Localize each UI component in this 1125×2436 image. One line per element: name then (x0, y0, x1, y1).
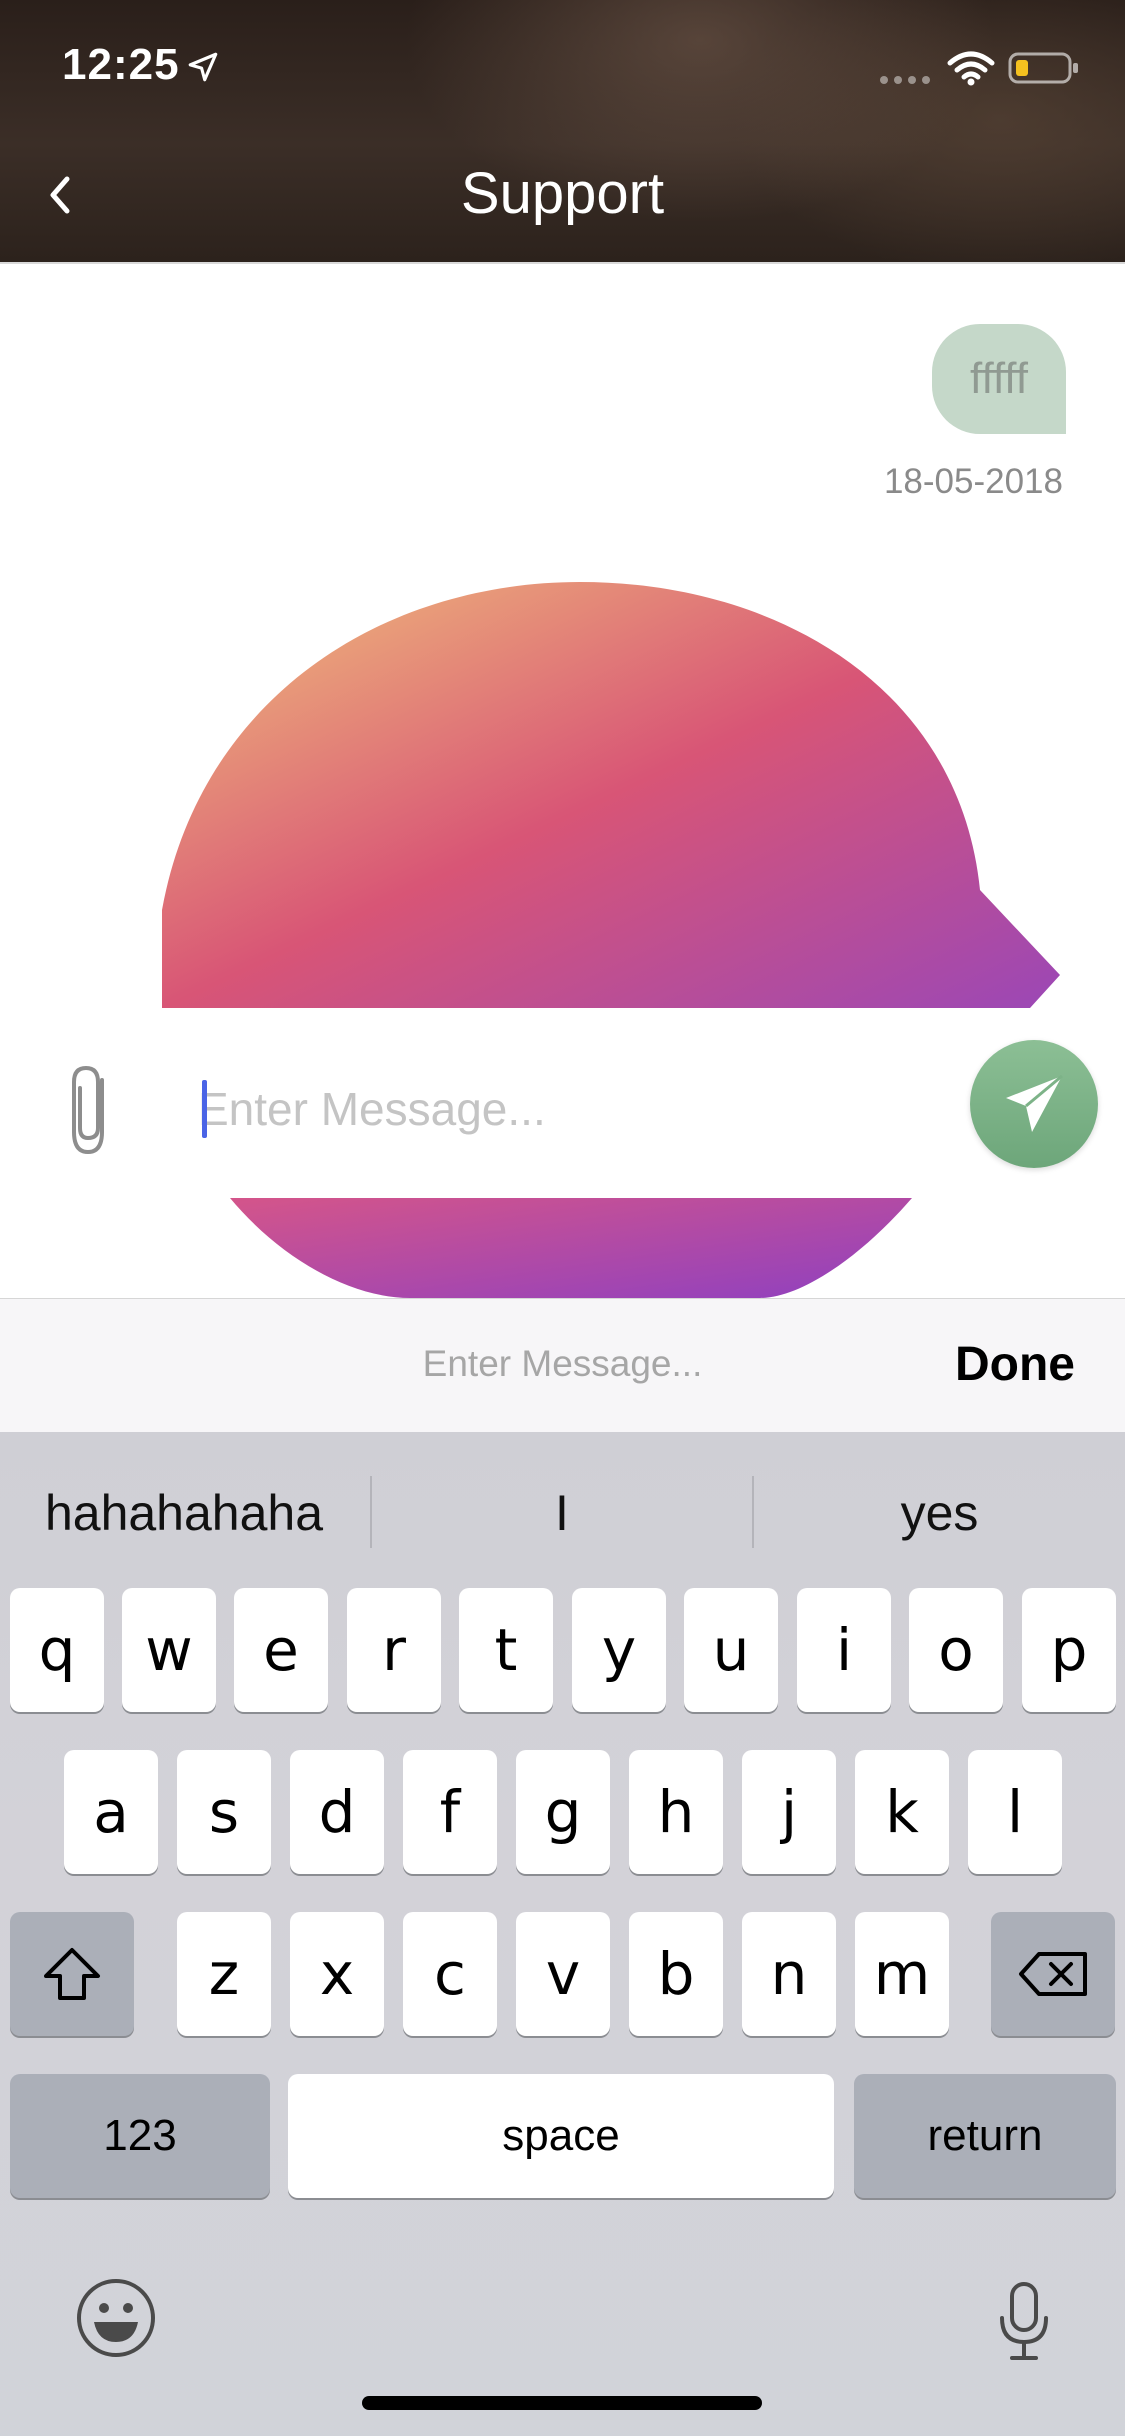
key-r[interactable]: r (347, 1588, 441, 1712)
key-b[interactable]: b (629, 1912, 723, 2036)
space-key[interactable]: space (288, 2074, 834, 2198)
status-time: 12:25 (62, 40, 180, 89)
wifi-icon (947, 51, 995, 86)
key-p[interactable]: p (1022, 1588, 1116, 1712)
key-x[interactable]: x (290, 1912, 384, 2036)
key-q[interactable]: q (10, 1588, 104, 1712)
key-j[interactable]: j (742, 1750, 836, 1874)
key-g[interactable]: g (516, 1750, 610, 1874)
key-w[interactable]: w (122, 1588, 216, 1712)
message-text: fffff (970, 354, 1028, 403)
numbers-key[interactable]: 123 (10, 2074, 270, 2198)
key-m[interactable]: m (855, 1912, 949, 2036)
keyboard-accessory-bar: Enter Message... Done (0, 1298, 1125, 1432)
key-c[interactable]: c (403, 1912, 497, 2036)
backspace-icon (1019, 1952, 1087, 1996)
key-f[interactable]: f (403, 1750, 497, 1874)
message-date: 18-05-2018 (883, 462, 1063, 501)
send-button[interactable] (970, 1040, 1098, 1168)
key-t[interactable]: t (459, 1588, 553, 1712)
key-o[interactable]: o (909, 1588, 1003, 1712)
text-cursor (202, 1080, 207, 1138)
cellular-signal-icon (880, 76, 930, 84)
message-input[interactable] (198, 1068, 938, 1150)
key-i[interactable]: i (797, 1588, 891, 1712)
keyboard: hahahahaha I yes q w e r t y u i o p a s… (0, 1432, 1125, 2436)
key-y[interactable]: y (572, 1588, 666, 1712)
message-composer (0, 1008, 1125, 1198)
key-n[interactable]: n (742, 1912, 836, 2036)
delete-key[interactable] (991, 1912, 1115, 2036)
shift-arrow-icon (44, 1948, 100, 2000)
key-v[interactable]: v (516, 1912, 610, 2036)
location-arrow-icon (188, 52, 218, 82)
done-button[interactable]: Done (955, 1337, 1075, 1392)
chat-image[interactable] (160, 580, 1060, 1008)
shift-key[interactable] (10, 1912, 134, 2036)
paper-plane-icon (1006, 1074, 1063, 1132)
key-s[interactable]: s (177, 1750, 271, 1874)
suggestion-item[interactable]: I (372, 1478, 752, 1548)
key-l[interactable]: l (968, 1750, 1062, 1874)
page-title: Support (460, 161, 665, 226)
key-a[interactable]: a (64, 1750, 158, 1874)
suggestion-bar: hahahahaha I yes (0, 1432, 1125, 1582)
suggestion-item[interactable]: hahahahaha (0, 1478, 368, 1548)
key-e[interactable]: e (234, 1588, 328, 1712)
emoji-icon[interactable] (74, 2276, 158, 2360)
key-h[interactable]: h (629, 1750, 723, 1874)
key-d[interactable]: d (290, 1750, 384, 1874)
chat-image-lower (230, 1198, 912, 1298)
battery-icon (1008, 52, 1078, 84)
key-z[interactable]: z (177, 1912, 271, 2036)
home-indicator[interactable] (362, 2396, 762, 2410)
key-u[interactable]: u (684, 1588, 778, 1712)
nav-header: 12:25 Support (0, 0, 1125, 264)
return-key[interactable]: return (854, 2074, 1116, 2198)
paperclip-icon[interactable] (56, 1060, 126, 1160)
microphone-icon[interactable] (996, 2280, 1052, 2364)
suggestion-item[interactable]: yes (754, 1478, 1125, 1548)
message-bubble[interactable]: fffff (932, 324, 1066, 434)
key-k[interactable]: k (855, 1750, 949, 1874)
